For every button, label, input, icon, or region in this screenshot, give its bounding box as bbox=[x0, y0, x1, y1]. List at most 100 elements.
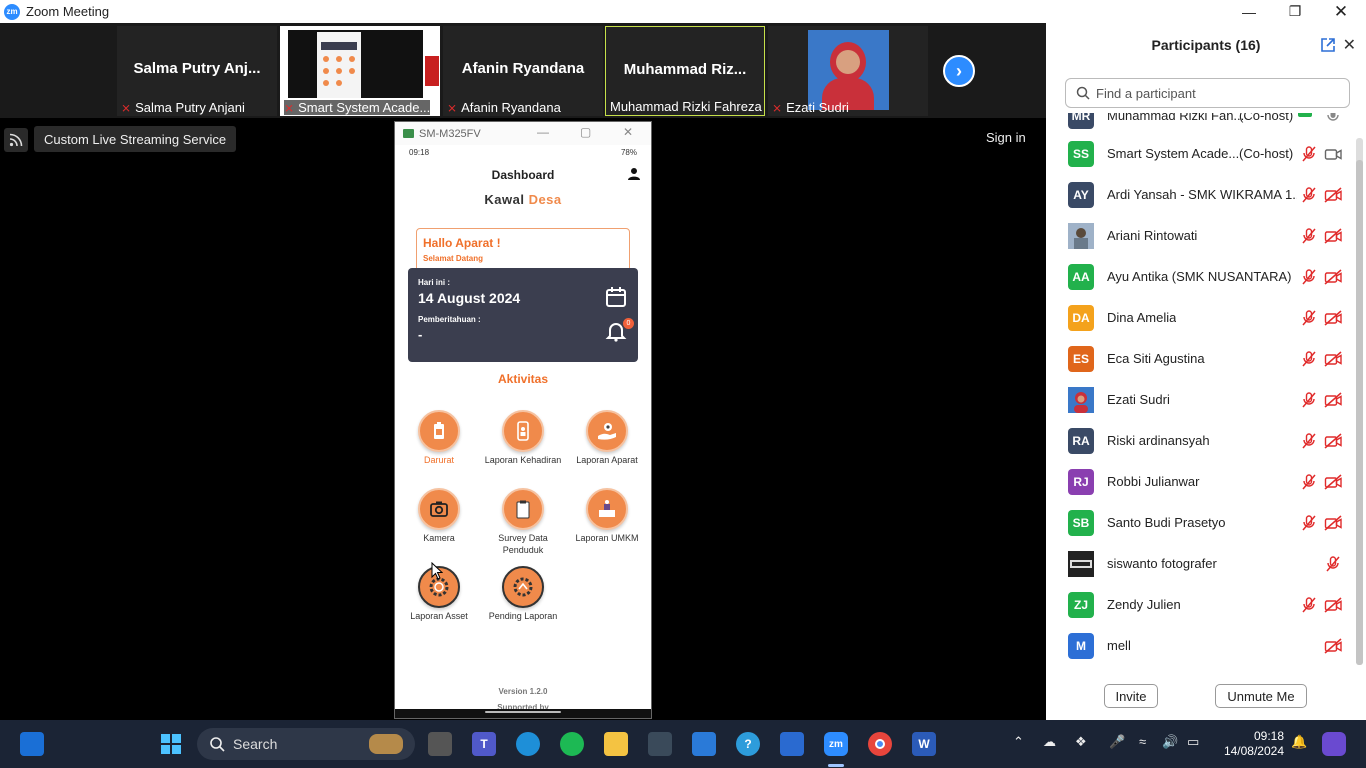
spotify-icon[interactable] bbox=[560, 732, 584, 756]
mic-muted-icon[interactable] bbox=[1300, 432, 1318, 450]
copilot-icon[interactable] bbox=[1322, 732, 1346, 756]
mic-muted-icon[interactable] bbox=[1300, 145, 1318, 163]
video-off-icon[interactable] bbox=[1324, 514, 1342, 532]
mic-on-icon[interactable] bbox=[1324, 113, 1342, 125]
participant-row[interactable]: RA Riski ardinansyah bbox=[1046, 420, 1356, 461]
video-off-icon[interactable] bbox=[1324, 186, 1342, 204]
zoom-taskbar-icon[interactable]: zm bbox=[824, 732, 848, 756]
activity-laporan-kehadiran[interactable]: Laporan Kehadiran bbox=[481, 410, 565, 466]
phone-maximize-button[interactable]: ▢ bbox=[580, 125, 591, 139]
video-off-icon[interactable] bbox=[1324, 596, 1342, 614]
close-window-button[interactable]: ✕ bbox=[1318, 0, 1364, 23]
calendar-icon[interactable] bbox=[605, 286, 627, 308]
dropbox-icon[interactable]: ❖ bbox=[1075, 734, 1087, 750]
participant-row[interactable]: Ezati Sudri bbox=[1046, 379, 1356, 420]
video-off-icon[interactable] bbox=[1324, 268, 1342, 286]
participant-row[interactable]: AY Ardi Yansah - SMK WIKRAMA 1... bbox=[1046, 174, 1356, 215]
teams-icon[interactable]: T bbox=[472, 732, 496, 756]
next-page-button[interactable]: › bbox=[943, 55, 975, 87]
app-icon[interactable] bbox=[780, 732, 804, 756]
activity-darurat[interactable]: Darurat bbox=[397, 410, 481, 466]
unmute-me-button[interactable]: Unmute Me bbox=[1215, 684, 1307, 708]
participant-row[interactable]: ES Eca Siti Agustina bbox=[1046, 338, 1356, 379]
wifi-icon[interactable]: ≈ bbox=[1139, 734, 1146, 749]
notification-value: - bbox=[418, 327, 423, 342]
chrome-icon[interactable] bbox=[868, 732, 892, 756]
invite-button[interactable]: Invite bbox=[1104, 684, 1158, 708]
home-gesture-pill[interactable] bbox=[485, 711, 561, 713]
taskbar-search-box[interactable]: Search bbox=[197, 728, 415, 760]
mic-muted-icon[interactable] bbox=[1300, 186, 1318, 204]
taskbar-clock[interactable]: 09:18 14/08/2024 bbox=[1224, 729, 1284, 758]
video-off-icon[interactable] bbox=[1324, 432, 1342, 450]
participant-row[interactable]: DA Dina Amelia bbox=[1046, 297, 1356, 338]
activity-laporan-umkm[interactable]: Laporan UMKM bbox=[565, 488, 649, 544]
video-off-icon[interactable] bbox=[1324, 350, 1342, 368]
battery-icon[interactable]: ▭ bbox=[1187, 734, 1199, 750]
mic-muted-icon[interactable] bbox=[1300, 309, 1318, 327]
calculator-icon[interactable] bbox=[648, 732, 672, 756]
file-explorer-icon[interactable] bbox=[604, 732, 628, 756]
minimize-button[interactable]: — bbox=[1226, 0, 1272, 23]
notification-bell-icon[interactable]: 🔔 bbox=[1291, 734, 1307, 750]
video-off-icon[interactable] bbox=[1324, 637, 1342, 655]
participant-row[interactable]: M mell bbox=[1046, 625, 1356, 666]
mic-muted-icon[interactable] bbox=[1300, 514, 1318, 532]
participant-row[interactable]: RJ Robbi Julianwar bbox=[1046, 461, 1356, 502]
video-tile[interactable]: Salma Putry Anj... ⨯ Salma Putry Anjani bbox=[117, 26, 277, 116]
word-icon[interactable]: W bbox=[912, 732, 936, 756]
participants-scrollbar[interactable] bbox=[1356, 138, 1363, 665]
participant-search-input[interactable]: Find a participant bbox=[1065, 78, 1350, 108]
help-icon[interactable]: ? bbox=[736, 732, 760, 756]
volume-icon[interactable]: 🔊 bbox=[1162, 734, 1178, 750]
phone-close-button[interactable]: ✕ bbox=[623, 125, 633, 139]
mic-muted-icon[interactable] bbox=[1300, 350, 1318, 368]
participant-role: (Co-host) bbox=[1239, 146, 1294, 161]
microsoft-store-icon[interactable] bbox=[692, 732, 716, 756]
mic-muted-icon[interactable] bbox=[1300, 391, 1318, 409]
participant-row[interactable]: Ariani Rintowati bbox=[1046, 215, 1356, 256]
live-streaming-label[interactable]: Custom Live Streaming Service bbox=[34, 126, 237, 152]
edge-icon[interactable] bbox=[516, 732, 540, 756]
video-off-icon[interactable] bbox=[1324, 227, 1342, 245]
pop-out-icon[interactable] bbox=[1320, 37, 1336, 53]
widgets-icon[interactable] bbox=[20, 732, 44, 756]
mic-muted-icon[interactable] bbox=[1324, 555, 1342, 573]
participant-row[interactable]: SB Santo Budi Prasetyo bbox=[1046, 502, 1356, 543]
video-on-icon[interactable] bbox=[1324, 145, 1342, 163]
close-panel-button[interactable]: ✕ bbox=[1343, 35, 1356, 55]
participant-row[interactable]: ZJ Zendy Julien bbox=[1046, 584, 1356, 625]
video-tile[interactable]: ⨯ Smart System Acade... bbox=[280, 26, 440, 116]
show-hidden-icons-icon[interactable]: ⌃ bbox=[1013, 734, 1024, 750]
activity-kamera[interactable]: Kamera bbox=[397, 488, 481, 544]
mic-muted-icon[interactable] bbox=[1300, 596, 1318, 614]
scrollbar-thumb[interactable] bbox=[1356, 160, 1363, 665]
participant-row[interactable]: SS Smart System Acade... (Co-host) bbox=[1046, 133, 1356, 174]
activity-pending-laporan[interactable]: Pending Laporan bbox=[481, 566, 565, 622]
sign-in-link[interactable]: Sign in bbox=[986, 130, 1026, 145]
user-profile-icon[interactable] bbox=[627, 167, 641, 181]
windows-start-icon[interactable] bbox=[159, 732, 183, 756]
maximize-button[interactable]: ❐ bbox=[1272, 0, 1318, 23]
video-off-icon[interactable] bbox=[1324, 309, 1342, 327]
mic-muted-icon[interactable] bbox=[1300, 227, 1318, 245]
video-tile-active-speaker[interactable]: Muhammad Riz... Muhammad Rizki Fahreza bbox=[605, 26, 765, 116]
mic-muted-icon[interactable] bbox=[1300, 268, 1318, 286]
participant-row[interactable]: siswanto fotografer bbox=[1046, 543, 1356, 584]
onedrive-icon[interactable]: ☁ bbox=[1043, 734, 1056, 750]
video-off-icon[interactable] bbox=[1324, 391, 1342, 409]
mic-muted-icon[interactable] bbox=[1300, 473, 1318, 491]
video-off-icon[interactable] bbox=[1324, 473, 1342, 491]
participant-row[interactable]: AA Ayu Antika (SMK NUSANTARA) bbox=[1046, 256, 1356, 297]
phone-minimize-button[interactable]: — bbox=[537, 125, 549, 139]
video-tile[interactable]: Afanin Ryandana ⨯ Afanin Ryandana bbox=[443, 26, 603, 116]
participant-role: (Co-host) bbox=[1239, 113, 1294, 123]
video-tile[interactable]: ⨯ Ezati Sudri bbox=[768, 26, 928, 116]
activity-laporan-aparat[interactable]: Laporan Aparat bbox=[565, 410, 649, 466]
app-header: Dashboard bbox=[395, 159, 651, 191]
task-view-icon[interactable] bbox=[428, 732, 452, 756]
app-header-title: Dashboard bbox=[491, 168, 555, 182]
live-stream-icon[interactable] bbox=[4, 128, 28, 152]
activity-survey-data-penduduk[interactable]: Survey Data Penduduk bbox=[481, 488, 565, 556]
microphone-icon[interactable]: 🎤 bbox=[1109, 734, 1125, 750]
